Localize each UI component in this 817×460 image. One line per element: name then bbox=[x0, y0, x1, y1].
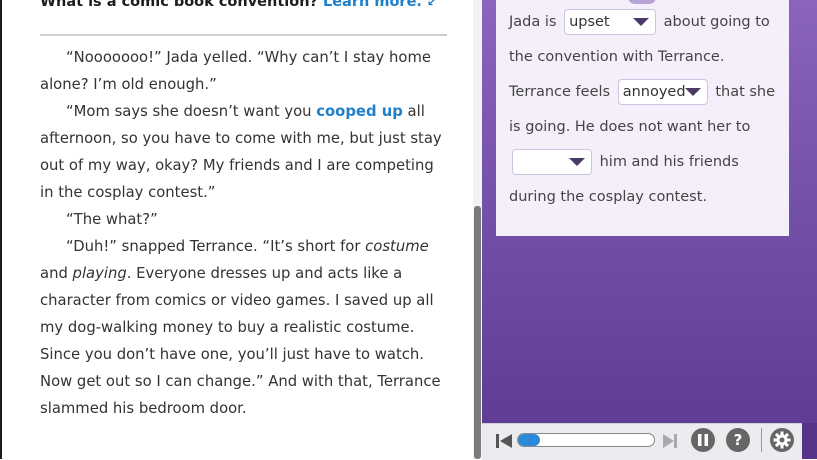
chevron-down-icon bbox=[684, 88, 701, 96]
italic-word-costume: costume bbox=[365, 238, 429, 255]
left-border bbox=[0, 0, 2, 459]
heading-divider bbox=[40, 34, 447, 36]
italic-word-playing: playing bbox=[72, 265, 127, 282]
story-paragraph: “Nooooooo!” Jada yelled. “Why can’t I st… bbox=[40, 49, 431, 93]
cloze-text: Jada is bbox=[509, 14, 557, 30]
story-text-segment: and bbox=[40, 265, 73, 282]
external-link-icon[interactable]: ↙ bbox=[427, 0, 437, 9]
story-text-segment: “Mom says she doesn’t want you bbox=[66, 103, 317, 120]
story-paragraph: “Duh!” snapped Terrance. “It’s short for… bbox=[40, 233, 448, 422]
player-divider bbox=[761, 428, 762, 452]
story-text-segment: “Duh!” snapped Terrance. “It’s short for bbox=[66, 238, 366, 255]
chevron-down-icon bbox=[633, 18, 650, 26]
section-heading: What is a comic book convention? Learn m… bbox=[40, 0, 437, 10]
heading-title: What is a comic book convention? bbox=[40, 0, 318, 10]
question-indicator bbox=[628, 0, 656, 4]
answer-dropdown-1[interactable]: upset bbox=[564, 9, 657, 35]
learn-more-link[interactable]: Learn more. bbox=[323, 0, 422, 10]
pause-icon[interactable] bbox=[691, 428, 715, 452]
dropdown-selected-value: upset bbox=[569, 14, 610, 30]
skip-previous-icon[interactable] bbox=[492, 423, 516, 459]
dropdown-selected-value: annoyed bbox=[622, 84, 686, 100]
story-paragraph: “Mom says she doesn’t want you cooped up… bbox=[40, 98, 448, 206]
answer-dropdown-3[interactable] bbox=[512, 149, 592, 175]
story-paragraph: “The what?” bbox=[66, 211, 158, 228]
gear-icon[interactable] bbox=[770, 428, 794, 452]
story-text: “Nooooooo!” Jada yelled. “Why can’t I st… bbox=[40, 44, 448, 422]
cloze-question: Jada is upset about going to the convent… bbox=[509, 5, 781, 215]
story-text-segment: . Everyone dresses up and acts like a ch… bbox=[40, 265, 441, 417]
progress-fill bbox=[518, 434, 540, 446]
chevron-down-icon bbox=[569, 158, 585, 166]
progress-bar[interactable] bbox=[517, 433, 655, 447]
help-label: ? bbox=[733, 431, 743, 449]
scrollbar-thumb[interactable] bbox=[474, 206, 481, 459]
vocab-word-cooped-up[interactable]: cooped up bbox=[316, 103, 403, 120]
player-edge bbox=[802, 423, 817, 459]
skip-next-icon[interactable] bbox=[660, 423, 680, 459]
help-icon[interactable]: ? bbox=[726, 428, 750, 452]
answer-dropdown-2[interactable]: annoyed bbox=[617, 79, 708, 105]
